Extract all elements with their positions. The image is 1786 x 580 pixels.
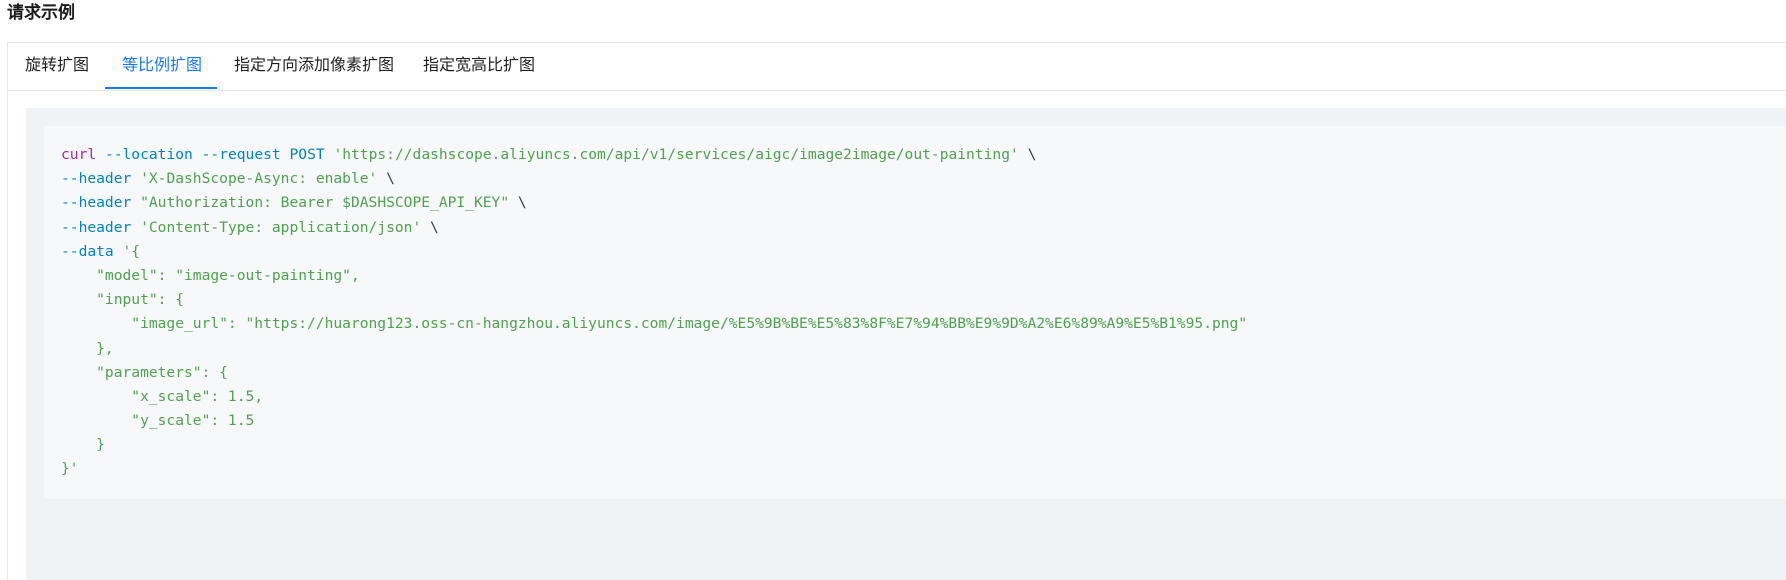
tab-aspect-ratio-expand[interactable]: 指定宽高比扩图 — [423, 43, 535, 89]
request-example-panel: 旋转扩图 等比例扩图 指定方向添加像素扩图 指定宽高比扩图 curl --loc… — [7, 42, 1786, 580]
code-string: }' — [61, 460, 79, 478]
code-string: "image_url": "https://huarong123.oss-cn-… — [61, 315, 1248, 333]
code-string: "parameters": { — [61, 363, 228, 381]
code-text: \ — [509, 194, 527, 212]
code-flag: --header — [61, 170, 132, 188]
code-text: \ — [1018, 146, 1037, 163]
code-string: 'X-DashScope-Async: enable' — [140, 170, 378, 188]
code-container: curl --location --request POST 'https://… — [26, 108, 1786, 580]
code-line: --header 'Content-Type: application/json… — [61, 216, 1247, 240]
code-line: "image_url": "https://huarong123.oss-cn-… — [61, 312, 1247, 336]
active-tab-indicator — [105, 87, 217, 89]
code-string: "model": "image-out-painting", — [61, 266, 360, 284]
code-line: --header 'X-DashScope-Async: enable' \ — [61, 167, 1247, 191]
code-string: 'https://dashscope.aliyuncs.com/api/v1/s… — [333, 146, 1019, 163]
code-line: } — [61, 433, 1247, 457]
section-title: 请求示例 — [7, 3, 75, 23]
code-flag: --request — [201, 146, 281, 163]
code-string: }, — [61, 339, 114, 357]
tab-rotate-expand[interactable]: 旋转扩图 — [25, 43, 89, 89]
code-string: "y_scale": 1.5 — [61, 412, 255, 430]
code-command: curl — [61, 146, 97, 163]
tab-directional-pixel-expand[interactable]: 指定方向添加像素扩图 — [234, 43, 394, 89]
code-flag: POST — [289, 146, 325, 163]
code-line: curl --location --request POST 'https://… — [61, 143, 1247, 167]
code-line: "x_scale": 1.5, — [61, 385, 1247, 409]
code-text: \ — [421, 218, 439, 236]
code-line: "parameters": { — [61, 361, 1247, 385]
code-line: }' — [61, 457, 1247, 481]
code-string: 'Content-Type: application/json' — [140, 218, 422, 236]
code-line: "y_scale": 1.5 — [61, 409, 1247, 433]
code-flag: --header — [61, 194, 132, 212]
code-text: \ — [377, 170, 395, 188]
tab-bar: 旋转扩图 等比例扩图 指定方向添加像素扩图 指定宽高比扩图 — [8, 43, 1786, 91]
code-flag: --header — [61, 218, 132, 236]
code-string: "input": { — [61, 291, 185, 309]
code-string: "x_scale": 1.5, — [61, 387, 264, 405]
code-string: } — [61, 436, 105, 454]
code-line: --data '{ — [61, 240, 1247, 264]
code-panel: curl --location --request POST 'https://… — [44, 126, 1786, 499]
code-flag: --data — [61, 242, 114, 260]
code-string: "Authorization: Bearer $DASHSCOPE_API_KE… — [140, 194, 510, 212]
code-line: "model": "image-out-painting", — [61, 264, 1247, 288]
code-flag: --location — [104, 146, 193, 163]
code-string: '{ — [122, 242, 141, 260]
code-line: --header "Authorization: Bearer $DASHSCO… — [61, 191, 1247, 215]
code-line: "input": { — [61, 288, 1247, 312]
code-line: }, — [61, 337, 1247, 361]
code-block[interactable]: curl --location --request POST 'https://… — [61, 143, 1247, 482]
tab-proportional-expand[interactable]: 等比例扩图 — [122, 43, 202, 89]
